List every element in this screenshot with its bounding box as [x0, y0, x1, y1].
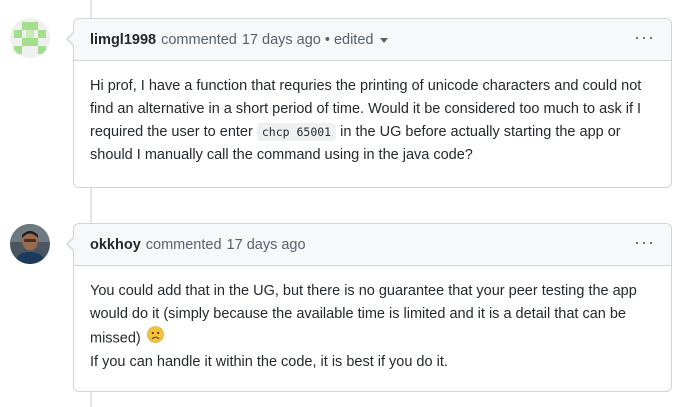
comment-body: You could add that in the UG, but there …: [74, 266, 671, 374]
comment-text: If you can handle it within the code, it…: [90, 354, 448, 370]
separator: •: [324, 31, 330, 48]
author-link[interactable]: limgl1998: [90, 32, 156, 48]
author-link[interactable]: okkhoy: [90, 237, 141, 253]
inline-code: chcp 65001: [256, 123, 337, 141]
comment-header: okkhoy commented 17 days ago ···: [74, 224, 671, 266]
comment-verb: commented: [145, 236, 222, 253]
frowning-face-icon: [146, 326, 164, 351]
comment: okkhoy commented 17 days ago ··· You cou…: [66, 223, 672, 392]
comment-timestamp[interactable]: 17 days ago: [242, 32, 321, 48]
edited-dropdown[interactable]: edited: [334, 32, 389, 48]
caret-down-icon: [380, 38, 389, 43]
user-photo-icon: [10, 224, 50, 264]
comment-text: You could add that in the UG, but there …: [90, 280, 655, 351]
edited-label: edited: [333, 31, 374, 48]
avatar[interactable]: [10, 224, 50, 264]
comment-body: Hi prof, I have a function that requries…: [74, 61, 671, 167]
comment-text: Hi prof, I have a function that requries…: [90, 78, 642, 163]
comment: limgl1998 commented 17 days ago • edited…: [66, 18, 672, 188]
comment-header: limgl1998 commented 17 days ago • edited…: [74, 19, 671, 61]
more-options-button[interactable]: ···: [634, 28, 655, 52]
identicon-icon: [10, 18, 50, 58]
comment-verb: commented: [161, 31, 237, 48]
comment-timestamp[interactable]: 17 days ago: [227, 237, 306, 253]
avatar[interactable]: [10, 18, 50, 58]
more-options-button[interactable]: ···: [634, 233, 655, 257]
